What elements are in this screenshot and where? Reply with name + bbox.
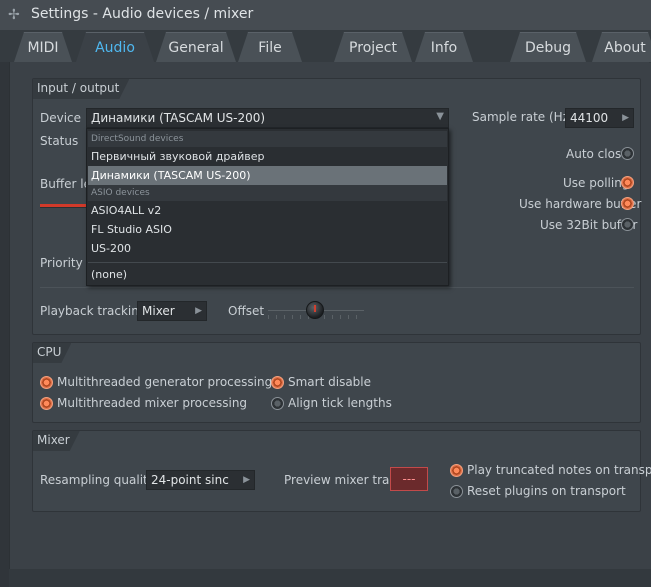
use-hardware-buffer-toggle[interactable]: [621, 197, 634, 210]
tab-about[interactable]: About: [592, 32, 651, 62]
dropdown-arrow-icon: ▼: [436, 111, 444, 122]
tab-midi[interactable]: MIDI: [14, 32, 72, 62]
multithreaded-generator-toggle[interactable]: [40, 376, 53, 389]
preview-mixer-track-label: Preview mixer track: [284, 473, 403, 487]
use-polling-label: Use polling: [563, 176, 630, 190]
tab-audio[interactable]: Audio: [76, 32, 154, 62]
priority-label: Priority: [40, 256, 83, 270]
use-polling-toggle[interactable]: [621, 176, 634, 189]
dropdown-item-tascam[interactable]: Динамики (TASCAM US-200): [88, 166, 447, 185]
preview-mixer-track-selector[interactable]: ---: [390, 467, 428, 491]
sample-rate-value: 44100: [570, 111, 609, 125]
mixer-label: Mixer: [33, 431, 80, 451]
play-truncated-notes-label: Play truncated notes on transport: [467, 463, 651, 477]
multithreaded-mixer-label: Multithreaded mixer processing: [57, 396, 248, 410]
dropdown-item-primary-driver[interactable]: Первичный звуковой драйвер: [88, 147, 447, 166]
sample-rate-label: Sample rate (Hz): [472, 110, 574, 124]
smart-disable-label: Smart disable: [288, 375, 372, 389]
play-truncated-notes-toggle[interactable]: [450, 464, 463, 477]
reset-plugins-label: Reset plugins on transport: [467, 484, 626, 498]
tab-project[interactable]: Project: [334, 32, 412, 62]
dropdown-separator: [88, 262, 447, 263]
input-output-label: Input / output: [33, 79, 129, 99]
resampling-quality-label: Resampling quality: [40, 473, 155, 487]
reset-plugins-toggle[interactable]: [450, 485, 463, 498]
divider: [40, 287, 634, 288]
use-32bit-buffer-toggle[interactable]: [621, 218, 634, 231]
device-select[interactable]: Динамики (TASCAM US-200) ▼: [86, 108, 449, 128]
dropdown-group-directsound: DirectSound devices: [88, 131, 447, 147]
offset-label: Offset: [228, 304, 265, 318]
left-edge-panel: [0, 62, 9, 587]
multithreaded-mixer-toggle[interactable]: [40, 397, 53, 410]
dropdown-group-asio: ASIO devices: [88, 185, 447, 201]
tab-general[interactable]: General: [156, 32, 236, 62]
dropdown-item-us200[interactable]: US-200: [88, 239, 447, 258]
device-value: Динамики (TASCAM US-200): [91, 111, 266, 125]
dropdown-item-none[interactable]: (none): [88, 265, 447, 284]
buffer-length-label: Buffer le: [40, 177, 91, 191]
chevron-right-icon: ▶: [243, 475, 250, 485]
auto-close-label: Auto close: [566, 147, 629, 161]
device-label: Device: [40, 111, 82, 125]
auto-close-toggle[interactable]: [621, 147, 634, 160]
playback-tracking-select[interactable]: Mixer ▶: [137, 301, 207, 321]
tab-debug[interactable]: Debug: [510, 32, 586, 62]
tab-file[interactable]: File: [238, 32, 302, 62]
resampling-quality-value: 24-point sinc: [151, 473, 229, 487]
cpu-label: CPU: [33, 343, 71, 363]
offset-knob[interactable]: [268, 298, 364, 324]
align-tick-lengths-label: Align tick lengths: [288, 396, 392, 410]
multithreaded-generator-label: Multithreaded generator processing: [57, 375, 273, 389]
device-dropdown: DirectSound devices Первичный звуковой д…: [86, 128, 449, 286]
bottom-bar: [9, 569, 651, 587]
window-title: Settings - Audio devices / mixer: [31, 6, 254, 22]
knob-icon[interactable]: [306, 301, 324, 319]
chevron-right-icon: ▶: [622, 113, 629, 123]
app-move-icon: ✢: [8, 7, 20, 23]
chevron-right-icon: ▶: [195, 306, 202, 316]
playback-tracking-value: Mixer: [142, 304, 175, 318]
sample-rate-select[interactable]: 44100 ▶: [565, 108, 634, 128]
dropdown-item-asio4all[interactable]: ASIO4ALL v2: [88, 201, 447, 220]
align-tick-lengths-toggle[interactable]: [271, 397, 284, 410]
dropdown-item-fl-studio-asio[interactable]: FL Studio ASIO: [88, 220, 447, 239]
playback-tracking-label: Playback tracking: [40, 304, 147, 318]
status-label: Status: [40, 134, 79, 148]
smart-disable-toggle[interactable]: [271, 376, 284, 389]
resampling-quality-select[interactable]: 24-point sinc ▶: [146, 470, 255, 490]
buffer-length-fill: [40, 204, 86, 207]
tab-info[interactable]: Info: [415, 32, 473, 62]
